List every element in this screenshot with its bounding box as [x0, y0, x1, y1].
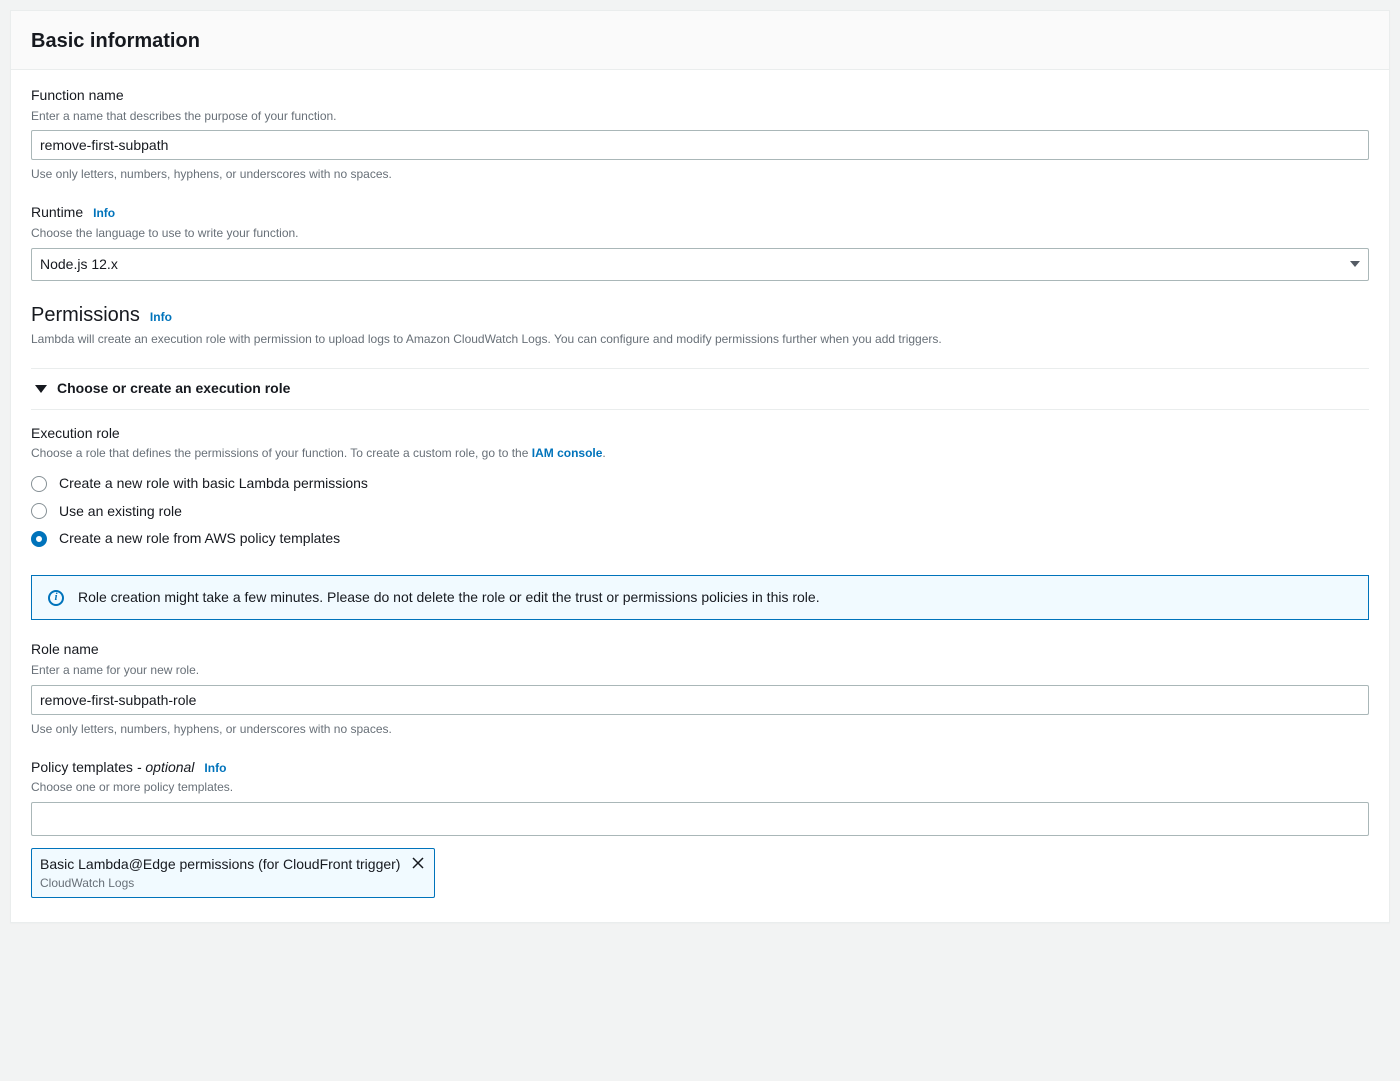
iam-console-link[interactable]: IAM console	[532, 446, 603, 460]
radio-icon	[31, 476, 47, 492]
runtime-hint: Choose the language to use to write your…	[31, 225, 1369, 242]
execution-role-radio-group: Create a new role with basic Lambda perm…	[31, 470, 1369, 553]
policy-templates-optional: - optional	[133, 759, 194, 775]
policy-templates-input[interactable]	[31, 802, 1369, 836]
execution-role-section: Execution role Choose a role that define…	[31, 410, 1369, 899]
radio-label: Create a new role with basic Lambda perm…	[59, 474, 368, 494]
function-name-field: Function name Enter a name that describe…	[31, 86, 1369, 183]
permissions-desc: Lambda will create an execution role wit…	[31, 331, 1369, 348]
panel-header: Basic information	[11, 11, 1389, 70]
policy-templates-field: Policy templates - optional Info Choose …	[31, 758, 1369, 899]
role-name-constraint: Use only letters, numbers, hyphens, or u…	[31, 721, 1369, 738]
radio-policy-template-role[interactable]: Create a new role from AWS policy templa…	[31, 525, 1369, 553]
close-icon[interactable]	[410, 855, 426, 871]
caret-down-icon	[35, 385, 47, 393]
policy-templates-info-link[interactable]: Info	[204, 760, 226, 777]
permissions-heading: Permissions	[31, 301, 140, 329]
basic-information-panel: Basic information Function name Enter a …	[10, 10, 1390, 923]
runtime-label: Runtime	[31, 203, 83, 223]
radio-icon	[31, 531, 47, 547]
token-subtitle: CloudWatch Logs	[40, 875, 400, 892]
radio-new-basic-role[interactable]: Create a new role with basic Lambda perm…	[31, 470, 1369, 498]
function-name-label: Function name	[31, 86, 1369, 106]
role-name-input[interactable]	[31, 685, 1369, 715]
policy-templates-label: Policy templates	[31, 759, 133, 775]
execution-role-label: Execution role	[31, 424, 1369, 444]
chevron-down-icon	[1350, 261, 1360, 267]
function-name-constraint: Use only letters, numbers, hyphens, or u…	[31, 166, 1369, 183]
role-name-label: Role name	[31, 640, 1369, 660]
role-creation-alert: i Role creation might take a few minutes…	[31, 575, 1369, 621]
runtime-select[interactable]: Node.js 12.x	[31, 248, 1369, 282]
function-name-hint: Enter a name that describes the purpose …	[31, 108, 1369, 125]
panel-title: Basic information	[31, 27, 1369, 55]
policy-template-token: Basic Lambda@Edge permissions (for Cloud…	[31, 848, 435, 898]
expander-label: Choose or create an execution role	[57, 379, 290, 399]
panel-body: Function name Enter a name that describe…	[11, 70, 1389, 922]
radio-icon	[31, 503, 47, 519]
alert-text: Role creation might take a few minutes. …	[78, 588, 820, 608]
radio-label: Use an existing role	[59, 502, 182, 522]
runtime-info-link[interactable]: Info	[93, 205, 115, 222]
runtime-field: Runtime Info Choose the language to use …	[31, 203, 1369, 281]
role-name-hint: Enter a name for your new role.	[31, 662, 1369, 679]
policy-templates-hint: Choose one or more policy templates.	[31, 779, 1369, 796]
permissions-info-link[interactable]: Info	[150, 309, 172, 326]
token-title: Basic Lambda@Edge permissions (for Cloud…	[40, 855, 400, 875]
runtime-value: Node.js 12.x	[40, 255, 118, 275]
radio-label: Create a new role from AWS policy templa…	[59, 529, 340, 549]
role-name-field: Role name Enter a name for your new role…	[31, 640, 1369, 737]
radio-existing-role[interactable]: Use an existing role	[31, 498, 1369, 526]
execution-role-expander[interactable]: Choose or create an execution role	[31, 368, 1369, 410]
info-icon: i	[48, 590, 64, 606]
function-name-input[interactable]	[31, 130, 1369, 160]
execution-role-hint: Choose a role that defines the permissio…	[31, 445, 1369, 462]
